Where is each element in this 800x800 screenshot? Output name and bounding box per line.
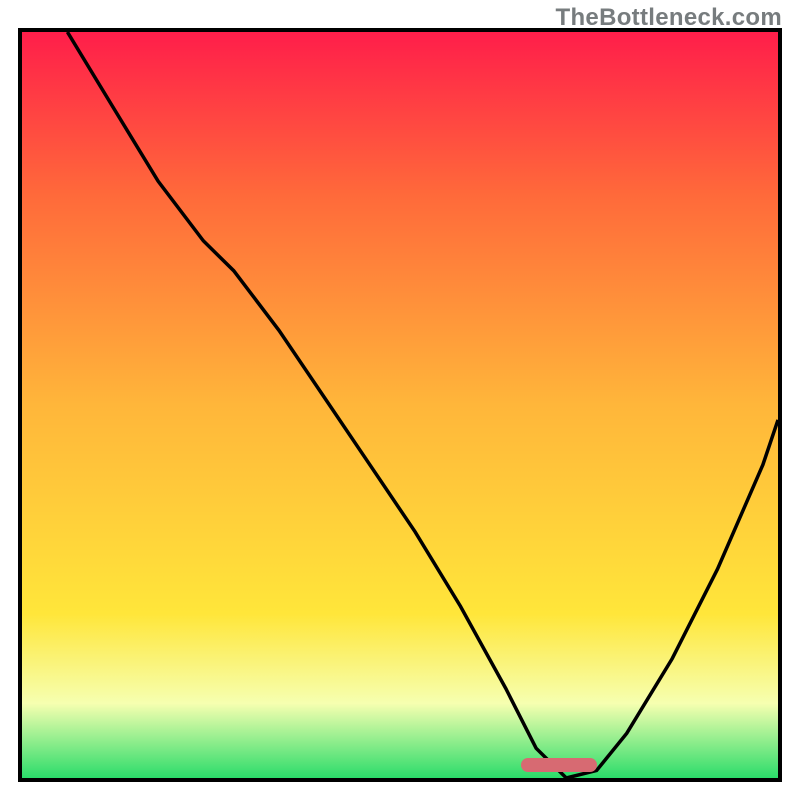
- chart-stage: TheBottleneck.com: [0, 0, 800, 800]
- plot-frame: [18, 28, 782, 782]
- plot-svg: [22, 32, 778, 778]
- optimal-range-marker: [521, 758, 597, 772]
